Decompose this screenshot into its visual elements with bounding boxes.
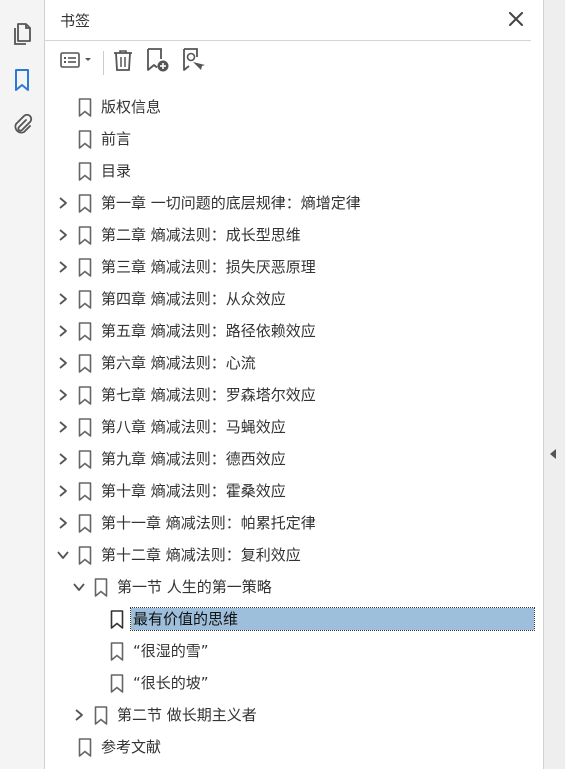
bookmark-icon (77, 513, 93, 533)
bookmark-label[interactable]: 前言 (99, 128, 133, 150)
chevron-down-icon[interactable] (56, 548, 70, 562)
close-icon (509, 11, 523, 30)
new-bookmark-from-structure-button[interactable] (180, 47, 206, 77)
bookmark-label[interactable]: 第一节 人生的第一策略 (115, 576, 274, 598)
bookmark-icon (77, 417, 93, 437)
bookmark-label[interactable]: 第四章 熵减法则：从众效应 (99, 288, 288, 310)
chevron-right-icon[interactable] (56, 228, 70, 242)
delete-bookmark-button[interactable] (111, 49, 135, 75)
bookmark-label[interactable]: 第八章 熵减法则：马蝇效应 (99, 416, 288, 438)
bookmark-label[interactable]: 第十一章 熵减法则：帕累托定律 (99, 512, 318, 534)
chevron-right-icon[interactable] (56, 260, 70, 274)
bookmark-icon (77, 449, 93, 469)
bookmark-row[interactable]: 最有价值的思维 (45, 603, 543, 635)
left-navigation-rail (0, 0, 45, 769)
bookmark-icon (109, 609, 125, 629)
bookmark-label[interactable]: 第三章 熵减法则：损失厌恶原理 (99, 256, 318, 278)
bookmark-icon (77, 97, 93, 117)
bookmark-icon (93, 577, 109, 597)
bookmark-icon (109, 673, 125, 693)
bookmark-row[interactable]: 第八章 熵减法则：马蝇效应 (45, 411, 543, 443)
bookmark-row[interactable]: 第二节 做长期主义者 (45, 699, 543, 731)
bookmark-icon (77, 225, 93, 245)
bookmark-row[interactable]: 第二章 熵减法则：成长型思维 (45, 219, 543, 251)
bookmark-label[interactable]: “很湿的雪” (131, 640, 211, 662)
bookmark-icon (109, 641, 125, 661)
chevron-right-icon[interactable] (56, 324, 70, 338)
bookmark-row[interactable]: 第十二章 熵减法则：复利效应 (45, 539, 543, 571)
bookmark-label[interactable]: 第十章 熵减法则：霍桑效应 (99, 480, 288, 502)
bookmark-row[interactable]: 前言 (45, 123, 543, 155)
bookmark-row[interactable]: “很湿的雪” (45, 635, 543, 667)
bookmark-label[interactable]: 第五章 熵减法则：路径依赖效应 (99, 320, 318, 342)
bookmark-label[interactable]: “很长的坡” (131, 672, 211, 694)
bookmark-icon (77, 385, 93, 405)
bookmark-add-icon (144, 47, 170, 77)
bookmarks-app: 书签 版权信息 前言 目录 第一章 一切问题的底层规律：熵增定律 第二章 熵减法… (0, 0, 565, 769)
chevron-right-icon[interactable] (56, 484, 70, 498)
panel-title: 书签 (60, 12, 91, 30)
bookmark-row[interactable]: 第九章 熵减法则：德西效应 (45, 443, 543, 475)
bookmark-row[interactable]: 第五章 熵减法则：路径依赖效应 (45, 315, 543, 347)
bookmark-icon (77, 737, 93, 757)
bookmark-label-selected[interactable]: 最有价值的思维 (130, 607, 535, 631)
bookmarks-panel: 书签 版权信息 前言 目录 第一章 一切问题的底层规律：熵增定律 第二章 熵减法… (45, 0, 543, 769)
bookmark-icon (77, 161, 93, 181)
bookmark-icon (77, 353, 93, 373)
bookmark-label[interactable]: 第十二章 熵减法则：复利效应 (99, 544, 303, 566)
bookmark-row[interactable]: 参考文献 (45, 731, 543, 763)
bookmark-row[interactable]: “很长的坡” (45, 667, 543, 699)
bookmark-row[interactable]: 第十章 熵减法则：霍桑效应 (45, 475, 543, 507)
collapse-arrow-icon[interactable] (550, 449, 556, 459)
panel-header: 书签 (45, 0, 531, 41)
close-button[interactable] (505, 9, 527, 31)
bookmark-icon (93, 705, 109, 725)
bookmark-label[interactable]: 版权信息 (99, 96, 163, 118)
bookmark-label[interactable]: 参考文献 (99, 736, 163, 758)
chevron-right-icon[interactable] (56, 356, 70, 370)
trash-icon (112, 48, 134, 76)
bookmark-icon (77, 257, 93, 277)
options-menu-button[interactable] (59, 49, 97, 75)
bookmark-row[interactable]: 第六章 熵减法则：心流 (45, 347, 543, 379)
bookmark-label[interactable]: 第九章 熵减法则：德西效应 (99, 448, 288, 470)
new-bookmark-button[interactable] (144, 47, 170, 77)
bookmark-row[interactable]: 第四章 熵减法则：从众效应 (45, 283, 543, 315)
bookmark-row[interactable]: 第一节 人生的第一策略 (45, 571, 543, 603)
bookmark-label[interactable]: 第六章 熵减法则：心流 (99, 352, 258, 374)
bookmark-row[interactable]: 版权信息 (45, 91, 543, 123)
bookmark-label[interactable]: 目录 (99, 160, 133, 182)
chevron-down-icon[interactable] (72, 580, 86, 594)
chevron-right-icon[interactable] (56, 452, 70, 466)
bookmark-icon (77, 481, 93, 501)
chevron-right-icon[interactable] (56, 516, 70, 530)
bookmark-icon (77, 289, 93, 309)
list-options-icon (59, 50, 97, 74)
bookmark-label[interactable]: 第二章 熵减法则：成长型思维 (99, 224, 303, 246)
bookmark-label[interactable]: 第七章 熵减法则：罗森塔尔效应 (99, 384, 318, 406)
bookmark-row[interactable]: 第三章 熵减法则：损失厌恶原理 (45, 251, 543, 283)
bookmark-icon (77, 193, 93, 213)
bookmark-search-icon (180, 47, 206, 77)
chevron-right-icon[interactable] (56, 388, 70, 402)
bookmark-icon (77, 321, 93, 341)
chevron-right-icon[interactable] (56, 420, 70, 434)
bookmarks-toolbar (45, 41, 531, 83)
bookmark-icon (77, 545, 93, 565)
panel-collapse-strip[interactable] (543, 0, 565, 769)
pages-icon[interactable] (8, 20, 36, 48)
bookmark-row[interactable]: 第七章 熵减法则：罗森塔尔效应 (45, 379, 543, 411)
bookmark-row[interactable]: 第十一章 熵减法则：帕累托定律 (45, 507, 543, 539)
bookmarks-icon[interactable] (8, 66, 36, 94)
toolbar-separator (103, 51, 104, 75)
bookmark-icon (77, 129, 93, 149)
chevron-right-icon[interactable] (56, 196, 70, 210)
attachments-icon[interactable] (8, 111, 36, 139)
bookmark-label[interactable]: 第一章 一切问题的底层规律：熵增定律 (99, 192, 363, 214)
chevron-right-icon[interactable] (56, 292, 70, 306)
bookmark-row[interactable]: 目录 (45, 155, 543, 187)
chevron-right-icon[interactable] (72, 708, 86, 722)
bookmark-label[interactable]: 第二节 做长期主义者 (115, 704, 259, 726)
bookmark-row[interactable]: 第一章 一切问题的底层规律：熵增定律 (45, 187, 543, 219)
